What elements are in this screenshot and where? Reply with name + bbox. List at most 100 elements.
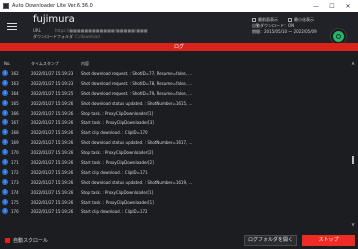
row-message: Start clip download. : ClipID=170 — [81, 130, 148, 136]
auto-scroll-checkbox[interactable] — [5, 238, 10, 243]
info-icon: i — [2, 198, 8, 205]
row-message: Shot download status updated. : ShotNumb… — [81, 100, 193, 106]
row-message: Stop task. : ProxyClipDownloader[1] — [81, 110, 154, 116]
row-timestamp: 2022/01/27 15:19:26 — [31, 189, 74, 195]
scroll-up-icon[interactable]: ▲ — [350, 60, 356, 65]
title-bar: Auto Downloader Lite Ver.6.36.0 — ☐ ✕ — [0, 0, 358, 12]
header: fujimura URL https://■■■■■■■■■■■■/■■■■■/■… — [0, 12, 358, 44]
table-header: No. タイムスタンプ 内容 — [0, 61, 358, 67]
row-message: Start task. : ProxyClipDownloader[1] — [81, 199, 154, 205]
row-message: Shot download status updated. : ShotNumb… — [81, 179, 193, 185]
column-header-timestamp[interactable]: タイムスタンプ — [31, 61, 59, 67]
auto-scroll-toggle[interactable]: 自動スクロール — [5, 237, 48, 244]
row-timestamp: 2022/01/27 15:19:26 — [31, 100, 74, 106]
row-timestamp: 2022/01/27 15:19:26 — [31, 130, 74, 136]
row-number: 165 — [11, 100, 19, 106]
app-icon — [3, 3, 9, 9]
minimize-button[interactable]: — — [308, 3, 324, 10]
info-icon: i — [2, 149, 8, 156]
row-number: 171 — [11, 160, 19, 166]
table-row[interactable]: i 172 2022/01/27 15:19:26 Start clip downlo… — [0, 168, 350, 178]
row-message: Shot download request. : ShotID=77, Resu… — [81, 71, 192, 76]
info-icon: i — [2, 168, 8, 175]
table-row[interactable]: i 170 2022/01/27 15:19:26 Stop task. : Prox… — [0, 148, 350, 158]
column-header-content[interactable]: 内容 — [81, 61, 89, 67]
scroll-down-icon[interactable]: ▼ — [350, 222, 356, 227]
stop-button[interactable]: ストップ — [302, 235, 355, 246]
info-icon: i — [2, 178, 8, 185]
info-icon: i — [2, 99, 8, 106]
table-row[interactable]: i 171 2022/01/27 15:19:26 Start task. : Pro… — [0, 158, 350, 168]
hamburger-icon[interactable] — [7, 23, 17, 31]
minimized-display-checkbox[interactable] — [288, 18, 292, 22]
table-row[interactable]: i 169 2022/01/27 15:19:26 Shot download sta… — [0, 138, 350, 148]
row-number: 167 — [11, 120, 19, 126]
period-status: 期間：2015/05/10 ～ 2022/05/09 — [252, 29, 317, 34]
row-number: 175 — [11, 199, 19, 205]
row-message: Shot download request. : ShotID=79, Resu… — [81, 90, 192, 96]
row-number: 174 — [11, 189, 19, 195]
row-message: Start task. : ProxyClipDownloader[3] — [81, 120, 154, 126]
table-row[interactable]: i 165 2022/01/27 15:19:26 Shot download sta… — [0, 99, 350, 109]
record-button[interactable] — [331, 29, 346, 44]
info-icon: i — [2, 119, 8, 126]
window-controls: — ☐ ✕ — [308, 0, 356, 12]
row-number: 166 — [11, 110, 19, 116]
scrollbar-thumb[interactable] — [352, 156, 354, 164]
table-row[interactable]: i 174 2022/01/27 15:19:26 Stop task. : Prox… — [0, 188, 350, 198]
info-icon: i — [2, 188, 8, 195]
table-row[interactable]: i 162 2022/01/27 15:19:23 Shot download req… — [0, 69, 350, 79]
close-button[interactable]: ✕ — [340, 3, 356, 10]
always-on-top-checkbox[interactable] — [252, 18, 256, 22]
row-timestamp: 2022/01/27 15:19:26 — [31, 160, 74, 166]
table-row[interactable]: i 167 2022/01/27 15:19:26 Start task. : Pro… — [0, 118, 350, 128]
row-number: 173 — [11, 179, 19, 185]
info-icon: i — [2, 70, 8, 76]
row-message: Stop task. : ProxyClipDownloader[1] — [81, 189, 154, 195]
info-icon: i — [2, 208, 8, 215]
table-row[interactable]: i 163 2022/01/27 15:19:23 Shot download req… — [0, 79, 350, 89]
url-label: URL — [33, 28, 41, 33]
row-timestamp: 2022/01/27 15:19:23 — [31, 80, 74, 86]
app-window: Auto Downloader Lite Ver.6.36.0 — ☐ ✕ fu… — [0, 0, 358, 249]
row-number: 172 — [11, 169, 19, 175]
info-icon: i — [2, 139, 8, 146]
info-icon: i — [2, 129, 8, 136]
folder-value: C:/download — [75, 34, 100, 39]
maximize-button[interactable]: ☐ — [324, 3, 340, 10]
row-number: 163 — [11, 80, 19, 86]
table-row[interactable]: i 175 2022/01/27 15:19:26 Start task. : Pro… — [0, 198, 350, 208]
row-timestamp: 2022/01/27 15:19:25 — [31, 90, 74, 96]
url-row: URL https://■■■■■■■■■■■■/■■■■■/■■■ — [33, 28, 148, 33]
row-message: Start clip download. : ClipID=172 — [81, 209, 148, 215]
info-icon: i — [2, 79, 8, 86]
row-message: Start clip download. : ClipID=171 — [81, 169, 148, 175]
info-icon: i — [2, 89, 8, 96]
log-table-body: i 162 2022/01/27 15:19:23 Shot download req… — [0, 69, 350, 217]
info-icon: i — [2, 109, 8, 116]
row-timestamp: 2022/01/27 15:19:26 — [31, 110, 74, 116]
scrollbar[interactable]: ▲ ▼ — [350, 60, 356, 227]
table-row[interactable]: i 166 2022/01/27 15:19:26 Stop task. : Prox… — [0, 109, 350, 119]
table-row[interactable]: i 164 2022/01/27 15:19:25 Shot download req… — [0, 89, 350, 99]
row-number: 169 — [11, 140, 19, 146]
row-timestamp: 2022/01/27 15:19:26 — [31, 140, 74, 146]
table-row[interactable]: i 176 2022/01/27 15:19:26 Start clip downlo… — [0, 207, 350, 217]
auto-scroll-label: 自動スクロール — [13, 238, 49, 244]
row-timestamp: 2022/01/27 15:19:26 — [31, 199, 74, 205]
url-value: https://■■■■■■■■■■■■/■■■■■/■■■ — [54, 28, 148, 33]
row-message: Stop task. : ProxyClipDownloader[2] — [81, 150, 154, 156]
row-message: Shot download request. : ShotID=78, Resu… — [81, 80, 192, 86]
open-log-folder-button[interactable]: ログフォルダを開く — [244, 235, 297, 246]
folder-row: ダウンロードフォルダ C:/download — [33, 34, 100, 40]
table-row[interactable]: i 168 2022/01/27 15:19:26 Start clip downlo… — [0, 128, 350, 138]
row-number: 168 — [11, 130, 19, 136]
info-icon: i — [2, 159, 8, 166]
column-header-no[interactable]: No. — [4, 61, 11, 66]
account-name: fujimura — [33, 14, 75, 25]
footer: 自動スクロール ログフォルダを開く ストップ — [0, 232, 358, 249]
row-timestamp: 2022/01/27 15:19:26 — [31, 209, 74, 215]
log-section-title: ログ — [0, 43, 358, 51]
row-number: 176 — [11, 209, 19, 215]
table-row[interactable]: i 173 2022/01/27 15:19:26 Shot download sta… — [0, 178, 350, 188]
